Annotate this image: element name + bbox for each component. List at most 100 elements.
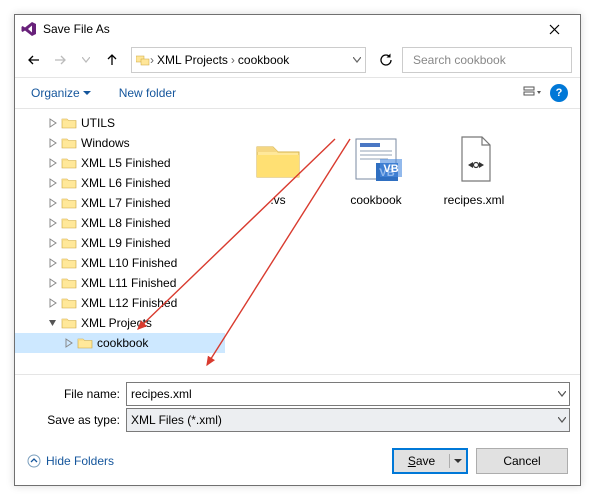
dialog-title: Save File As [43,22,534,36]
help-button[interactable]: ? [550,84,568,102]
tree-item-label: XML L10 Finished [81,256,177,270]
up-button[interactable] [101,49,123,71]
tree-item-label: XML Projects [81,316,152,330]
tree-item[interactable]: XML L10 Finished [15,253,225,273]
tree-toggle[interactable] [47,117,59,129]
tree-toggle[interactable] [47,317,59,329]
tree-toggle[interactable] [47,217,59,229]
breadcrumb-seg-1[interactable]: cookbook [235,53,292,67]
recent-dropdown[interactable] [75,49,97,71]
chevron-down-icon [454,458,462,464]
new-folder-button[interactable]: New folder [115,84,180,102]
tree-item-label: XML L9 Finished [81,236,171,250]
cancel-label: Cancel [503,454,540,468]
tree-item-label: Windows [81,136,130,150]
collapse-icon [27,454,41,468]
close-button[interactable] [534,15,574,43]
back-button[interactable] [23,49,45,71]
arrow-left-icon [27,53,41,67]
cancel-button[interactable]: Cancel [476,448,568,474]
tree-item[interactable]: XML L8 Finished [15,213,225,233]
tree-item-label: XML L12 Finished [81,296,177,310]
folder-icon [61,175,77,191]
tree-item[interactable]: Windows [15,133,225,153]
folder-icon [61,135,77,151]
view-icon [523,86,541,100]
filename-combo[interactable]: recipes.xml [126,382,570,406]
file-item[interactable]: VBVBcookbook [331,125,421,366]
vbproj-icon: VBVB [348,131,404,187]
titlebar: Save File As [15,15,580,43]
folder-icon [61,235,77,251]
breadcrumb-seg-0[interactable]: XML Projects [154,53,231,67]
tree-item[interactable]: XML L9 Finished [15,233,225,253]
search-input[interactable] [411,52,570,68]
footer: Hide Folders Save Cancel [15,437,580,485]
hide-folders-button[interactable]: Hide Folders [27,454,114,468]
folder-icon [61,155,77,171]
tree-item-label: XML L11 Finished [81,276,176,290]
savetype-label: Save as type: [25,413,120,427]
tree-item[interactable]: UTILS [15,113,225,133]
tree-item[interactable]: XML L12 Finished [15,293,225,313]
refresh-button[interactable] [374,48,398,72]
close-icon [549,24,560,35]
tree-toggle[interactable] [47,257,59,269]
tree-toggle[interactable] [47,157,59,169]
refresh-icon [379,53,393,67]
xmlfile-icon [446,131,502,187]
arrow-up-icon [105,53,119,67]
filename-value: recipes.xml [131,387,192,401]
savetype-value: XML Files (*.xml) [131,413,222,427]
chevron-down-icon [558,391,566,397]
vs-logo-icon [21,21,37,37]
tree-toggle[interactable] [47,237,59,249]
folder-icon [61,115,77,131]
tree-item-label: XML L5 Finished [81,156,171,170]
folder-tree[interactable]: UTILS Windows XML L5 Finished XML L6 Finish… [15,109,225,374]
file-item[interactable]: .vs [233,125,323,366]
folder-icon [77,335,93,351]
organize-button[interactable]: Organize [27,84,95,102]
tree-toggle[interactable] [63,337,75,349]
tree-item[interactable]: XML L6 Finished [15,173,225,193]
view-options-button[interactable] [520,82,544,104]
file-list[interactable]: .vs VBVBcookbookrecipes.xml [225,109,580,374]
tree-item[interactable]: XML L5 Finished [15,153,225,173]
tree-item-label: cookbook [97,336,148,350]
folder-icon [61,195,77,211]
tree-toggle[interactable] [47,277,59,289]
folder-icon [61,315,77,331]
chevron-down-icon [558,417,566,423]
folder-pair-icon [136,53,150,67]
tree-toggle[interactable] [47,297,59,309]
tree-item[interactable]: XML Projects [15,313,225,333]
file-item[interactable]: recipes.xml [429,125,519,366]
tree-item-label: UTILS [81,116,115,130]
file-item-label: .vs [270,193,285,207]
tree-toggle[interactable] [47,197,59,209]
tree-toggle[interactable] [47,177,59,189]
tree-toggle[interactable] [47,137,59,149]
tree-item[interactable]: cookbook [15,333,225,353]
toolbar: Organize New folder ? [15,77,580,109]
form-rows: File name: recipes.xml Save as type: XML… [15,374,580,437]
save-button[interactable]: Save [392,448,468,474]
chevron-down-icon [82,57,90,63]
search-box[interactable] [402,47,572,73]
tree-item[interactable]: XML L11 Finished [15,273,225,293]
hide-folders-label: Hide Folders [46,454,114,468]
savetype-combo[interactable]: XML Files (*.xml) [126,408,570,432]
new-folder-label: New folder [119,86,176,100]
save-dropdown[interactable] [450,458,466,464]
navbar: › XML Projects › cookbook [15,43,580,77]
forward-button[interactable] [49,49,71,71]
tree-item-label: XML L8 Finished [81,216,171,230]
svg-text:VB: VB [383,163,398,175]
folder-icon [61,275,77,291]
folder-icon [61,255,77,271]
folder-icon [61,215,77,231]
tree-item[interactable]: XML L7 Finished [15,193,225,213]
breadcrumb[interactable]: › XML Projects › cookbook [131,47,366,73]
breadcrumb-drop[interactable] [353,57,361,63]
